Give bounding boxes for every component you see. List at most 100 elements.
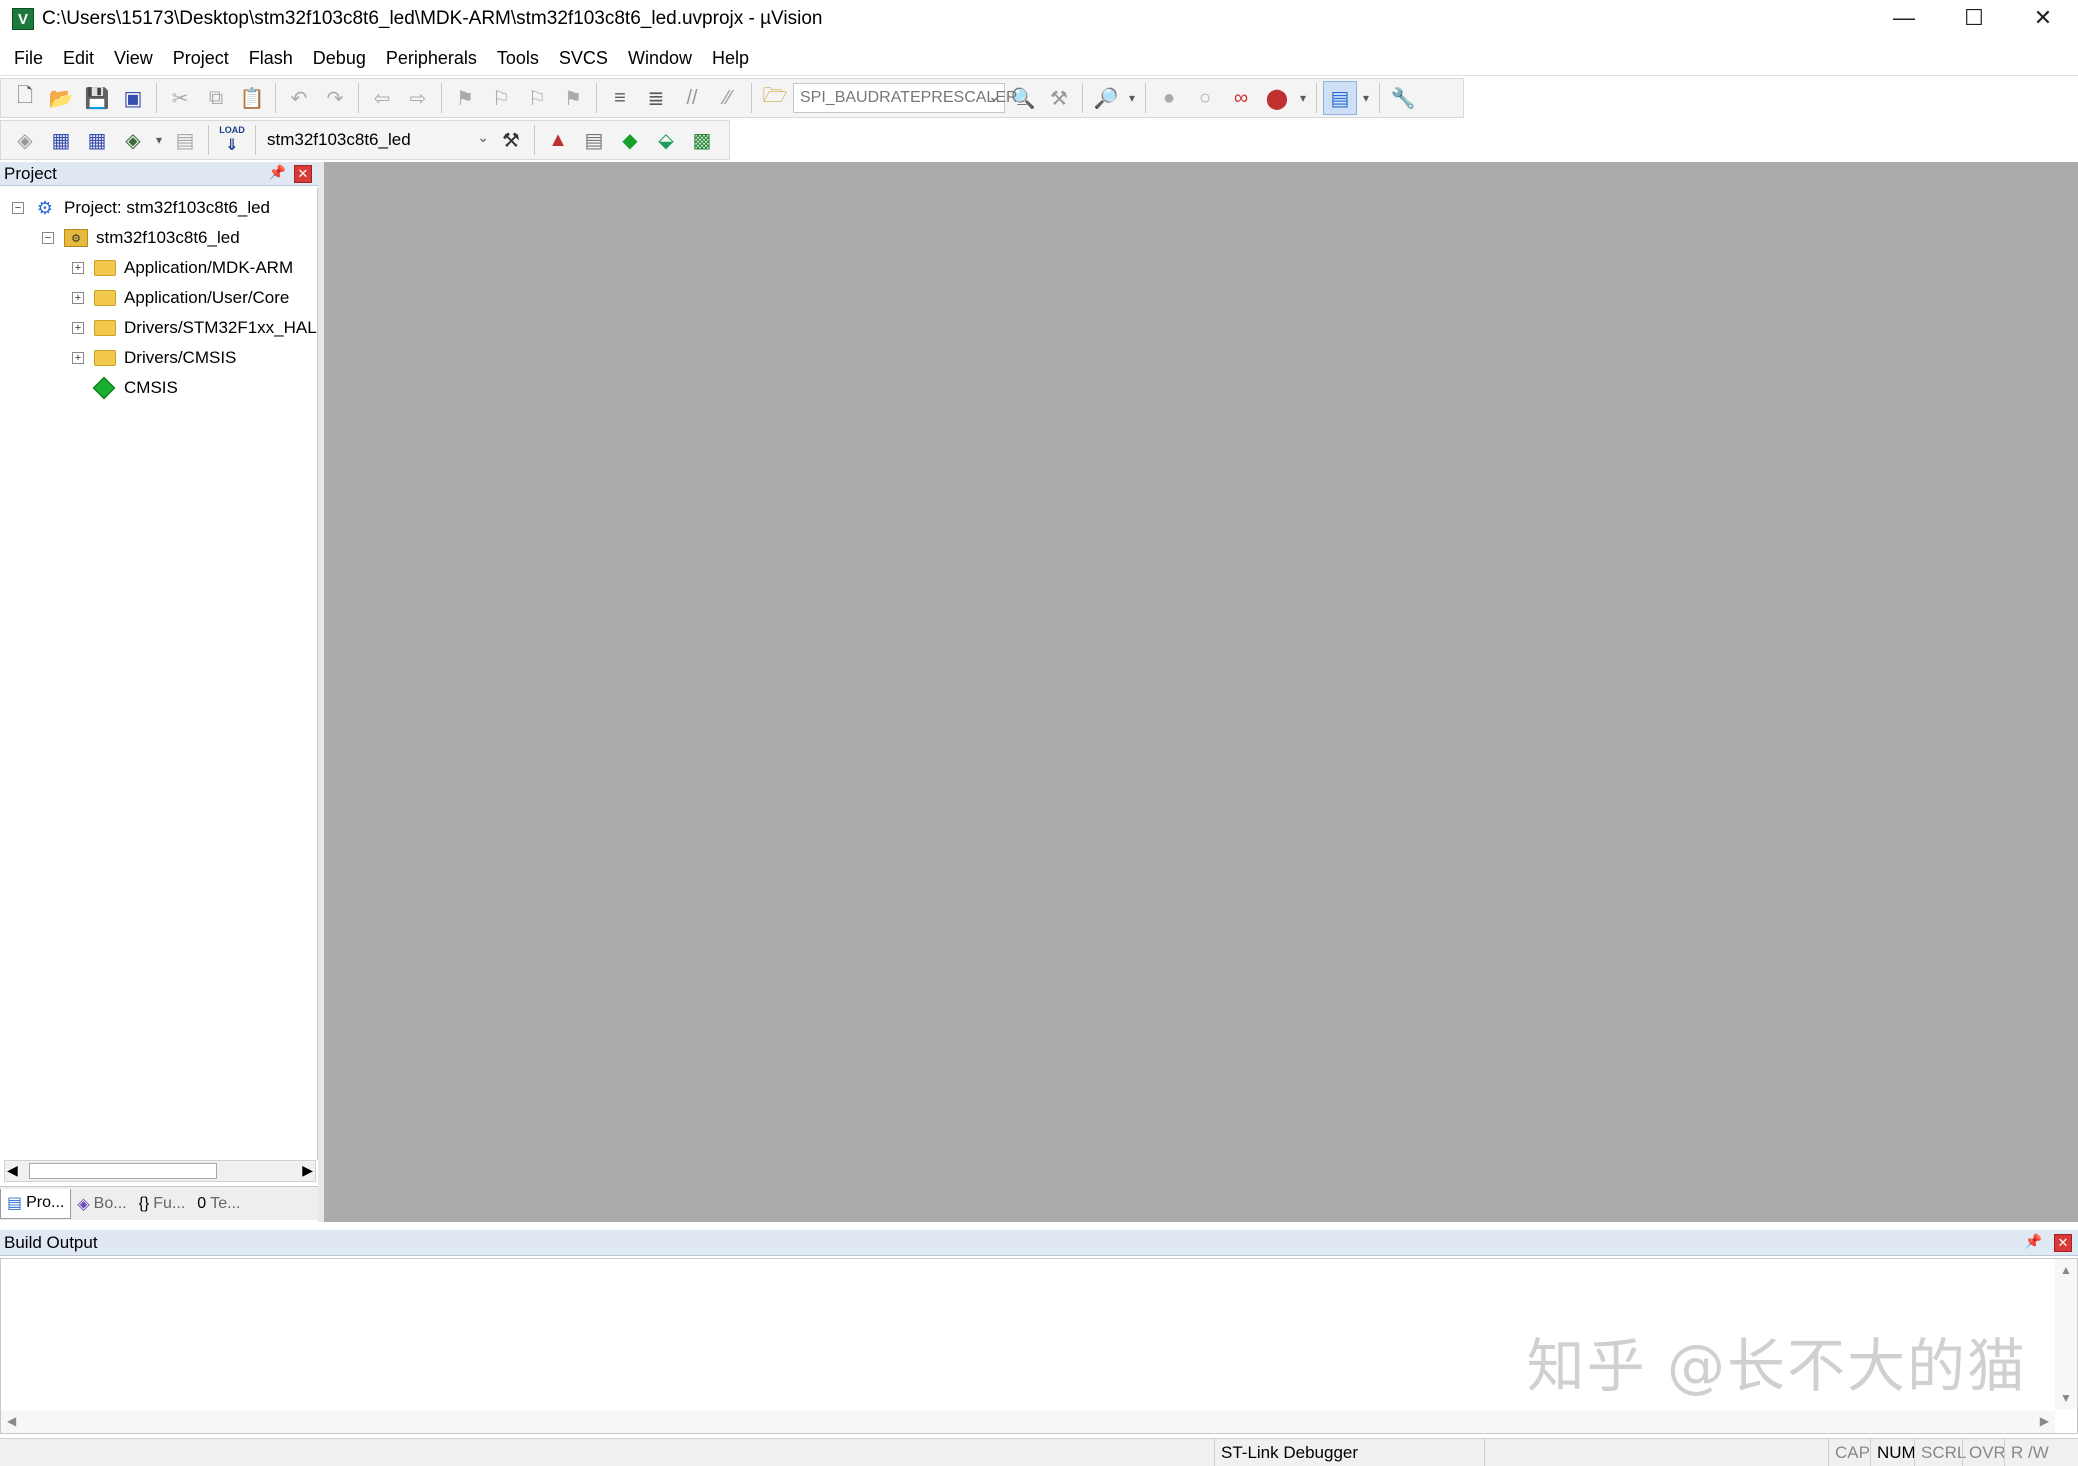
tree-cmsis-item[interactable]: CMSIS bbox=[92, 374, 178, 402]
project-hscrollbar[interactable]: ◀ ▶ bbox=[4, 1160, 316, 1182]
cut-icon[interactable]: ✂ bbox=[163, 81, 197, 115]
debug-session-icon[interactable]: 🔎 bbox=[1089, 81, 1123, 115]
target-options-icon[interactable]: ⚒ bbox=[494, 123, 528, 157]
chevron-down-icon[interactable]: ⌄ bbox=[477, 129, 489, 146]
build-output-hscrollbar[interactable]: ◀ ▶ bbox=[1, 1411, 2055, 1433]
menu-project[interactable]: Project bbox=[163, 40, 239, 76]
scroll-right-icon[interactable]: ▶ bbox=[2040, 1414, 2049, 1428]
chevron-down-icon[interactable]: ▾ bbox=[1359, 81, 1373, 115]
save-all-icon[interactable]: ▣ bbox=[116, 81, 150, 115]
tab-functions[interactable]: {} Fu... bbox=[133, 1189, 192, 1219]
tree-group-item[interactable]: + Drivers/STM32F1xx_HAL bbox=[72, 314, 317, 342]
bookmark-toggle-icon[interactable]: ⚑ bbox=[448, 81, 482, 115]
maximize-button[interactable]: ☐ bbox=[1939, 0, 2009, 36]
close-window-button[interactable]: ✕ bbox=[2008, 0, 2078, 36]
file-extensions-icon[interactable]: ▲ bbox=[541, 123, 575, 157]
chevron-down-icon[interactable]: ▾ bbox=[1296, 81, 1310, 115]
menu-svcs[interactable]: SVCS bbox=[549, 40, 618, 76]
close-icon[interactable]: ✕ bbox=[294, 165, 312, 183]
translate-icon[interactable]: ◈ bbox=[8, 123, 42, 157]
manage-project-items-icon[interactable]: ▤ bbox=[577, 123, 611, 157]
menu-file[interactable]: File bbox=[4, 40, 53, 76]
open-file-icon[interactable]: 📂 bbox=[44, 81, 78, 115]
collapse-icon[interactable]: − bbox=[12, 202, 24, 214]
bookmark-next-icon[interactable]: ⚐ bbox=[520, 81, 554, 115]
menu-peripherals[interactable]: Peripherals bbox=[376, 40, 487, 76]
redo-icon[interactable]: ↷ bbox=[318, 81, 352, 115]
new-file-icon[interactable]: 🗋 bbox=[8, 81, 42, 115]
scroll-left-icon[interactable]: ◀ bbox=[7, 1414, 16, 1428]
manage-runtime-icon[interactable]: ◆ bbox=[613, 123, 647, 157]
pack-installer-icon[interactable]: ▩ bbox=[685, 123, 719, 157]
uncomment-icon[interactable]: ⁄⁄ bbox=[711, 81, 745, 115]
load-label: LOAD bbox=[219, 125, 245, 135]
comment-icon[interactable]: // bbox=[675, 81, 709, 115]
scroll-up-icon[interactable]: ▲ bbox=[2060, 1263, 2072, 1277]
menu-help[interactable]: Help bbox=[702, 40, 759, 76]
tree-root[interactable]: − ⚙ Project: stm32f103c8t6_led bbox=[12, 194, 270, 222]
breakpoint-disable-icon[interactable]: ○ bbox=[1188, 81, 1222, 115]
scroll-right-icon[interactable]: ▶ bbox=[302, 1162, 313, 1179]
tab-templates[interactable]: 0 Te... bbox=[191, 1189, 246, 1219]
chevron-down-icon[interactable]: ▾ bbox=[152, 123, 166, 157]
build-icon[interactable]: ▦ bbox=[44, 123, 78, 157]
breakpoint-icon[interactable]: ● bbox=[1152, 81, 1186, 115]
batch-build-icon[interactable]: ◈ bbox=[116, 123, 150, 157]
menu-window[interactable]: Window bbox=[618, 40, 702, 76]
scroll-thumb[interactable] bbox=[29, 1163, 217, 1179]
bookmark-prev-icon[interactable]: ⚐ bbox=[484, 81, 518, 115]
indent-icon[interactable]: ≡ bbox=[603, 81, 637, 115]
select-packs-icon[interactable]: ⬙ bbox=[649, 123, 683, 157]
pin-icon[interactable]: 📌 bbox=[269, 164, 286, 181]
breakpoint-clear-icon[interactable]: ∞ bbox=[1224, 81, 1258, 115]
save-icon[interactable]: 💾 bbox=[80, 81, 114, 115]
pin-icon[interactable]: 📌 bbox=[2025, 1233, 2042, 1250]
nav-back-icon[interactable]: ⇦ bbox=[365, 81, 399, 115]
tree-group-item[interactable]: + Application/MDK-ARM bbox=[72, 254, 293, 282]
build-output-pane[interactable]: 知乎 @长不大的猫 ▲ ▼ ◀ ▶ bbox=[0, 1258, 2078, 1434]
window-layout-icon[interactable]: ▤ bbox=[1323, 81, 1357, 115]
undo-icon[interactable]: ↶ bbox=[282, 81, 316, 115]
close-icon[interactable]: ✕ bbox=[2054, 1234, 2072, 1252]
expand-icon[interactable]: + bbox=[72, 322, 84, 334]
tab-books-label: Bo... bbox=[93, 1194, 127, 1212]
paste-icon[interactable]: 📋 bbox=[235, 81, 269, 115]
target-combo-value: stm32f103c8t6_led bbox=[267, 130, 411, 149]
chevron-down-icon[interactable]: ▾ bbox=[1125, 81, 1139, 115]
breakpoint-kill-icon[interactable]: ⬤ bbox=[1260, 81, 1294, 115]
collapse-icon[interactable]: − bbox=[42, 232, 54, 244]
target-combo[interactable]: stm32f103c8t6_led ⌄ bbox=[261, 125, 493, 155]
menu-view[interactable]: View bbox=[104, 40, 163, 76]
minimize-button[interactable]: — bbox=[1869, 0, 1939, 36]
tab-books[interactable]: ◈ Bo... bbox=[71, 1189, 132, 1219]
configure-icon[interactable]: 🔧 bbox=[1386, 81, 1420, 115]
stop-build-icon[interactable]: ▤ bbox=[168, 123, 202, 157]
expand-icon[interactable]: + bbox=[72, 292, 84, 304]
rebuild-icon[interactable]: ▦ bbox=[80, 123, 114, 157]
menu-flash[interactable]: Flash bbox=[239, 40, 303, 76]
toolbar-separator bbox=[1316, 83, 1317, 113]
incremental-find-icon[interactable]: ⚒ bbox=[1042, 81, 1076, 115]
menu-tools[interactable]: Tools bbox=[487, 40, 549, 76]
expand-icon[interactable]: + bbox=[72, 352, 84, 364]
tree-target[interactable]: − ⚙ stm32f103c8t6_led bbox=[42, 224, 240, 252]
unindent-icon[interactable]: ≣ bbox=[639, 81, 673, 115]
menu-edit[interactable]: Edit bbox=[53, 40, 104, 76]
copy-icon[interactable]: ⧉ bbox=[199, 81, 233, 115]
tree-group-item[interactable]: + Application/User/Core bbox=[72, 284, 289, 312]
scroll-left-icon[interactable]: ◀ bbox=[7, 1162, 18, 1179]
chevron-down-icon[interactable]: ⌄ bbox=[988, 88, 1000, 105]
build-output-vscrollbar[interactable]: ▲ ▼ bbox=[2055, 1259, 2077, 1409]
tab-project[interactable]: ▤ Pro... bbox=[0, 1188, 72, 1219]
expand-icon[interactable]: + bbox=[72, 262, 84, 274]
editor-area[interactable] bbox=[324, 162, 2078, 1222]
find-combo[interactable]: SPI_BAUDRATEPRESCALER_ ⌄ bbox=[793, 83, 1026, 113]
tree-group-item[interactable]: + Drivers/CMSIS bbox=[72, 344, 236, 372]
find-in-files-icon[interactable]: 🗁 bbox=[758, 81, 792, 115]
menu-debug[interactable]: Debug bbox=[303, 40, 376, 76]
download-icon[interactable]: LOAD ⇓ bbox=[215, 123, 249, 157]
nav-forward-icon[interactable]: ⇨ bbox=[401, 81, 435, 115]
bookmark-clear-icon[interactable]: ⚑ bbox=[556, 81, 590, 115]
toolbar-separator bbox=[156, 83, 157, 113]
scroll-down-icon[interactable]: ▼ bbox=[2060, 1391, 2072, 1405]
